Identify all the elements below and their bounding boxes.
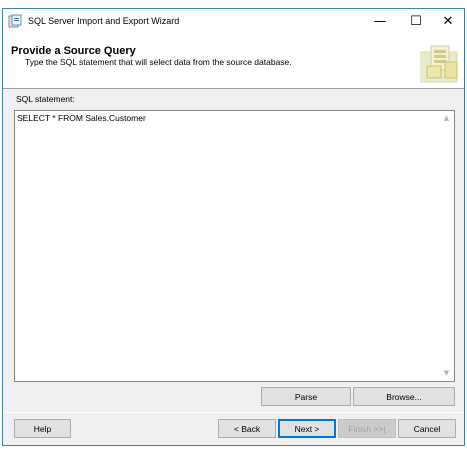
scroll-up-arrow-icon[interactable]: ▲ bbox=[442, 114, 451, 123]
next-button[interactable]: Next > bbox=[278, 419, 336, 438]
footer-divider bbox=[3, 412, 464, 413]
minimize-button[interactable]: — bbox=[363, 9, 397, 34]
title-bar[interactable]: SQL Server Import and Export Wizard — ☐ … bbox=[3, 9, 464, 34]
window-title: SQL Server Import and Export Wizard bbox=[28, 16, 180, 26]
maximize-button[interactable]: ☐ bbox=[399, 9, 433, 34]
page-subtitle: Type the SQL statement that will select … bbox=[25, 57, 292, 67]
close-button[interactable]: ✕ bbox=[431, 9, 465, 34]
help-button[interactable]: Help bbox=[14, 419, 71, 438]
sql-scrollbar[interactable]: ▲ ▼ bbox=[439, 111, 454, 381]
sql-statement-textarea[interactable]: SELECT * FROM Sales.Customer ▲ ▼ bbox=[14, 110, 455, 382]
wizard-app-icon bbox=[8, 14, 22, 28]
back-button[interactable]: < Back bbox=[218, 419, 276, 438]
wizard-header: Provide a Source Query Type the SQL stat… bbox=[3, 34, 464, 89]
finish-button[interactable]: Finish >>| bbox=[338, 419, 396, 438]
wizard-window: SQL Server Import and Export Wizard — ☐ … bbox=[2, 8, 465, 446]
sql-statement-label: SQL statement: bbox=[16, 94, 75, 104]
parse-button[interactable]: Parse bbox=[261, 387, 351, 406]
browse-button[interactable]: Browse... bbox=[353, 387, 455, 406]
scroll-down-arrow-icon[interactable]: ▼ bbox=[442, 369, 451, 378]
sql-statement-text[interactable]: SELECT * FROM Sales.Customer bbox=[17, 113, 146, 123]
wizard-header-graphic bbox=[420, 45, 458, 83]
page-title: Provide a Source Query bbox=[11, 45, 136, 57]
cancel-button[interactable]: Cancel bbox=[398, 419, 456, 438]
